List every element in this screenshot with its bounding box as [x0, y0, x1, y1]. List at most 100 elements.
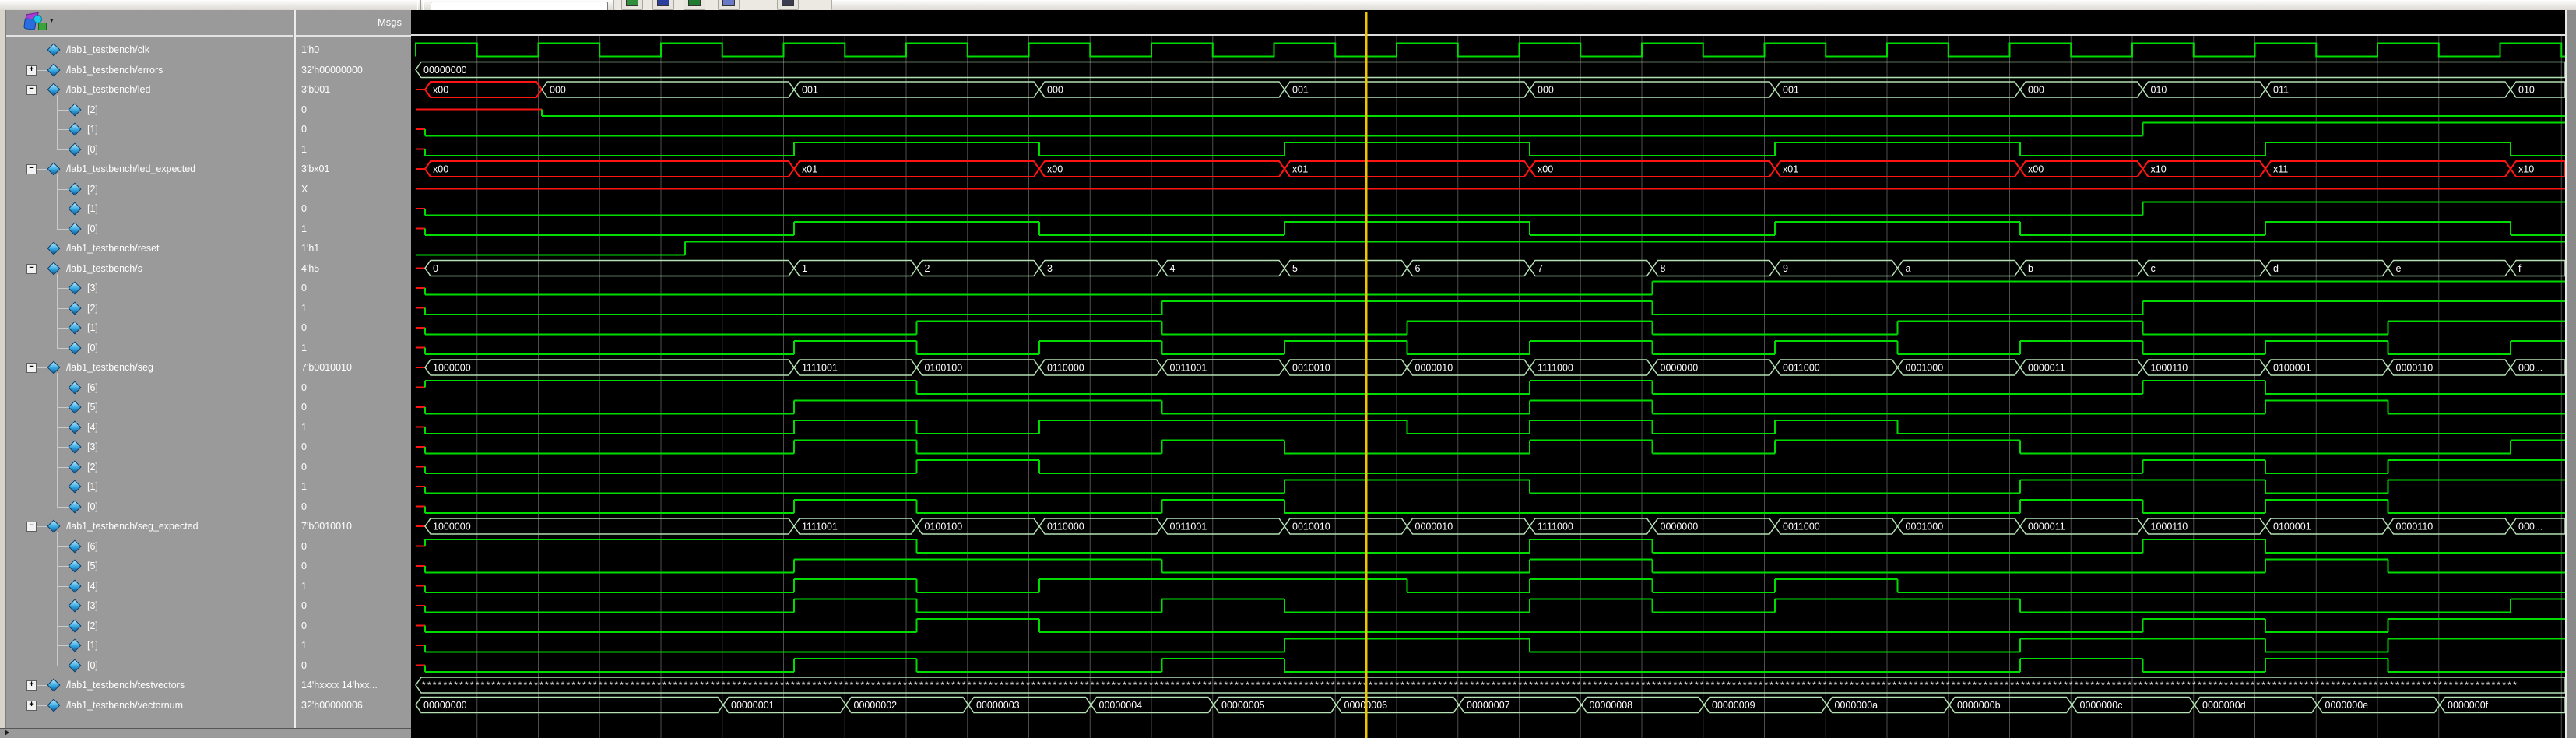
- signal-value: 1'h0: [301, 40, 319, 60]
- signal-row[interactable]: [0]: [6, 139, 293, 160]
- signal-name[interactable]: [6]: [87, 536, 98, 557]
- signal-icon: [69, 341, 82, 354]
- signal-name[interactable]: [2]: [87, 100, 98, 120]
- signal-name[interactable]: [0]: [87, 219, 98, 239]
- signal-name[interactable]: [1]: [87, 476, 98, 497]
- expand-icon[interactable]: +: [26, 680, 37, 691]
- collapse-icon[interactable]: −: [26, 264, 37, 274]
- signal-name[interactable]: [3]: [87, 278, 98, 298]
- signal-row[interactable]: − /lab1_testbench/led: [6, 79, 293, 100]
- expand-icon[interactable]: +: [26, 65, 37, 76]
- signal-name[interactable]: [5]: [87, 397, 98, 417]
- signal-row[interactable]: − /lab1_testbench/seg: [6, 357, 293, 378]
- signal-row[interactable]: − /lab1_testbench/led_expected: [6, 159, 293, 179]
- signal-row[interactable]: [6]: [6, 536, 293, 557]
- signal-icon: [69, 142, 82, 156]
- toolbar-button[interactable]: [777, 0, 799, 10]
- signal-row[interactable]: [1]: [6, 635, 293, 655]
- signal-name[interactable]: [3]: [87, 596, 98, 616]
- signal-name[interactable]: /lab1_testbench/errors: [66, 60, 163, 80]
- signal-value-row: 1: [296, 338, 411, 358]
- signal-name[interactable]: /lab1_testbench/s: [66, 258, 142, 279]
- signal-value: 7'b0010010: [301, 357, 352, 378]
- signal-row[interactable]: /lab1_testbench/clk: [6, 40, 293, 60]
- signal-row[interactable]: [6]: [6, 378, 293, 398]
- signal-row[interactable]: [2]: [6, 179, 293, 199]
- collapse-icon[interactable]: −: [26, 164, 37, 174]
- tree-connector: [37, 169, 48, 170]
- signal-row[interactable]: [1]: [6, 119, 293, 139]
- signal-row[interactable]: + /lab1_testbench/errors: [6, 60, 293, 80]
- wave-plot[interactable]: 00000000x0000000100000100000100001001101…: [411, 10, 2576, 738]
- signal-name[interactable]: /lab1_testbench/reset: [66, 238, 160, 258]
- signal-name[interactable]: /lab1_testbench/led_expected: [66, 159, 195, 179]
- signal-row[interactable]: [4]: [6, 576, 293, 596]
- signal-name[interactable]: [6]: [87, 378, 98, 398]
- chevron-down-icon[interactable]: ▾: [50, 16, 54, 25]
- signal-name[interactable]: [4]: [87, 576, 98, 596]
- signal-row[interactable]: − /lab1_testbench/s: [6, 258, 293, 279]
- signal-name[interactable]: [2]: [87, 179, 98, 199]
- signal-row[interactable]: + /lab1_testbench/testvectors: [6, 675, 293, 695]
- collapse-icon[interactable]: −: [26, 85, 37, 95]
- signal-row[interactable]: [2]: [6, 298, 293, 318]
- signal-name[interactable]: [2]: [87, 457, 98, 477]
- signal-row[interactable]: − /lab1_testbench/seg_expected: [6, 516, 293, 536]
- waveform-canvas[interactable]: 00000000x0000000100000100000100001001101…: [411, 10, 2576, 738]
- signal-name[interactable]: [0]: [87, 139, 98, 160]
- signal-name[interactable]: /lab1_testbench/led: [66, 79, 150, 100]
- signal-name[interactable]: [0]: [87, 338, 98, 358]
- expand-icon[interactable]: +: [26, 701, 37, 711]
- signal-row[interactable]: [0]: [6, 338, 293, 358]
- signal-name[interactable]: /lab1_testbench/vectornum: [66, 695, 183, 715]
- signal-row[interactable]: [5]: [6, 556, 293, 576]
- signal-row[interactable]: [2]: [6, 100, 293, 120]
- bus-value-label: 1111000: [1538, 522, 1573, 532]
- toolbar-button[interactable]: [718, 0, 740, 10]
- signal-name[interactable]: [5]: [87, 556, 98, 576]
- toolbar-button[interactable]: [684, 0, 705, 10]
- signal-name[interactable]: [3]: [87, 437, 98, 457]
- bus-value-label: e: [2396, 263, 2402, 274]
- signal-name[interactable]: [1]: [87, 199, 98, 219]
- signal-row[interactable]: [3]: [6, 278, 293, 298]
- signal-row[interactable]: [0]: [6, 219, 293, 239]
- bus-value-label: 0000000f: [2448, 700, 2489, 711]
- bus-value-label: 8: [1661, 263, 1666, 274]
- signal-name[interactable]: [1]: [87, 635, 98, 655]
- toolbar-button[interactable]: [652, 0, 674, 10]
- signal-name[interactable]: [4]: [87, 417, 98, 438]
- collapse-icon[interactable]: −: [26, 522, 37, 532]
- toolbar-button[interactable]: [621, 0, 643, 10]
- signal-row[interactable]: [1]: [6, 199, 293, 219]
- signal-value-row: 0: [296, 556, 411, 576]
- signal-name[interactable]: /lab1_testbench/seg_expected: [66, 516, 199, 536]
- collapse-icon[interactable]: −: [26, 363, 37, 373]
- signal-row[interactable]: [0]: [6, 655, 293, 676]
- signal-row[interactable]: [1]: [6, 476, 293, 497]
- signal-row[interactable]: /lab1_testbench/reset: [6, 238, 293, 258]
- signal-row[interactable]: [1]: [6, 318, 293, 338]
- blue-grid-icon: [657, 0, 669, 6]
- signal-name[interactable]: /lab1_testbench/testvectors: [66, 675, 185, 695]
- signal-row[interactable]: [4]: [6, 417, 293, 438]
- signal-name[interactable]: [1]: [87, 119, 98, 139]
- bus-value-label: x00: [2028, 164, 2044, 175]
- signal-value: 0: [301, 596, 307, 616]
- signal-row[interactable]: [3]: [6, 437, 293, 457]
- signal-name[interactable]: [2]: [87, 298, 98, 318]
- signal-name[interactable]: [0]: [87, 655, 98, 676]
- signal-name[interactable]: /lab1_testbench/seg: [66, 357, 153, 378]
- signal-name[interactable]: [0]: [87, 497, 98, 517]
- signal-value: 0: [301, 457, 307, 477]
- signal-row[interactable]: [0]: [6, 497, 293, 517]
- signal-row[interactable]: [3]: [6, 596, 293, 616]
- signal-row[interactable]: [5]: [6, 397, 293, 417]
- signal-row[interactable]: + /lab1_testbench/vectornum: [6, 695, 293, 715]
- signal-row[interactable]: [2]: [6, 457, 293, 477]
- signal-name[interactable]: /lab1_testbench/clk: [66, 40, 149, 60]
- signal-name[interactable]: [2]: [87, 616, 98, 636]
- signal-row[interactable]: [2]: [6, 616, 293, 636]
- signal-name[interactable]: [1]: [87, 318, 98, 338]
- signal-value: 0: [301, 497, 307, 517]
